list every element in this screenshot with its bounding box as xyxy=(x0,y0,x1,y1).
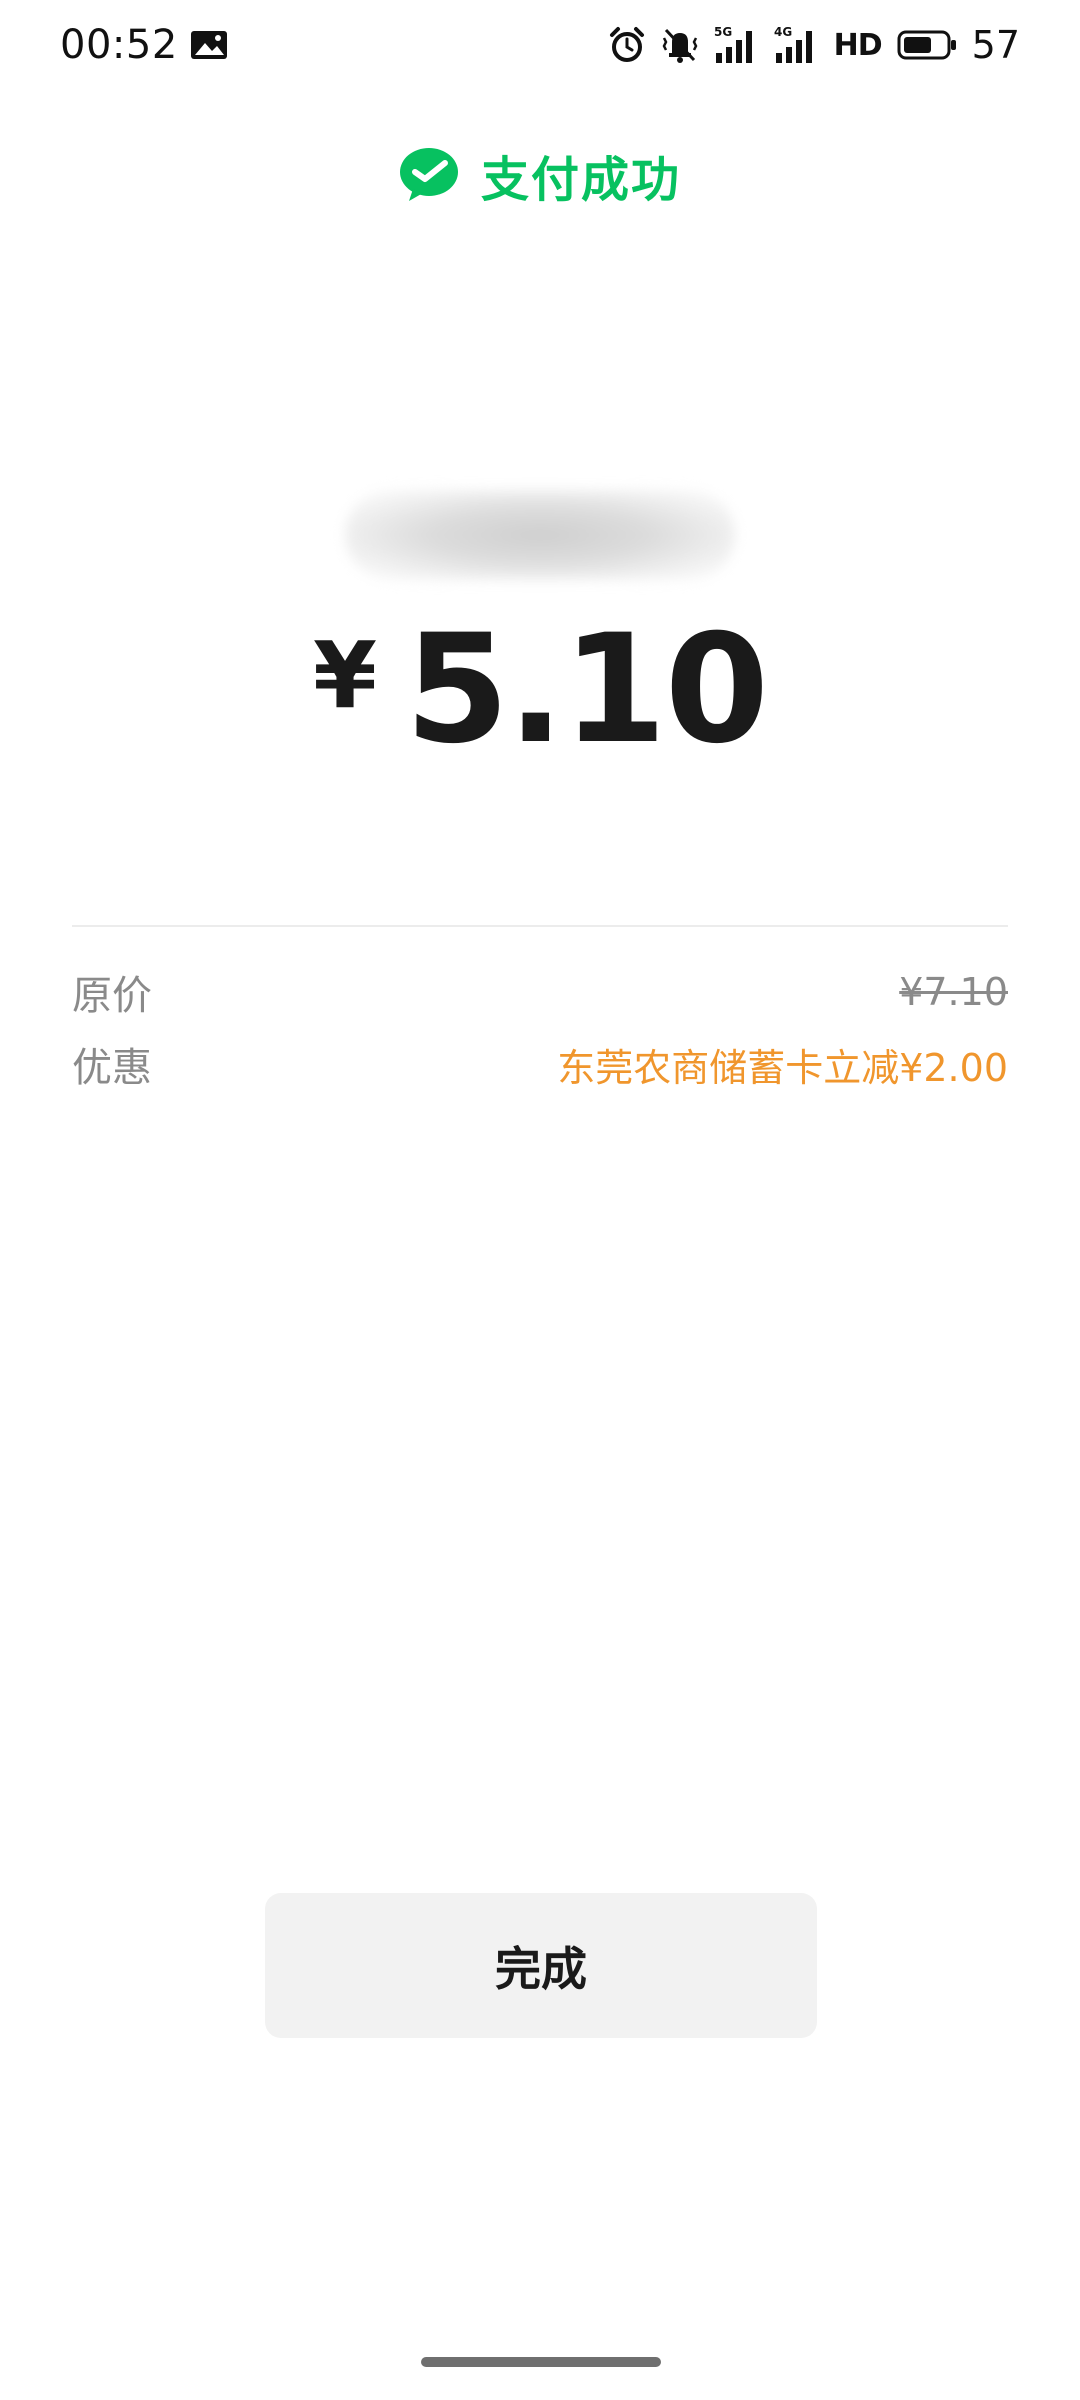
battery-level: 57 xyxy=(971,23,1020,67)
original-price-row: 原价 ¥7.10 xyxy=(72,962,1008,1022)
vibrate-icon xyxy=(662,28,698,63)
status-time: 00:52 xyxy=(60,22,178,68)
done-button[interactable]: 完成 xyxy=(265,1893,817,2038)
currency-symbol: ¥ xyxy=(312,621,377,729)
merchant-name-redacted xyxy=(345,490,735,580)
discount-row: 优惠 东莞农商储蓄卡立减¥2.00 xyxy=(72,1034,1008,1094)
battery-icon xyxy=(897,30,956,60)
svg-text:5G: 5G xyxy=(714,25,732,39)
payment-success-title: 支付成功 xyxy=(480,152,681,208)
wechat-pay-icon xyxy=(399,148,458,201)
status-icons: 5G 4G HD 57 xyxy=(608,20,1020,70)
amount-value: 5.10 xyxy=(404,603,769,777)
svg-text:4G: 4G xyxy=(774,25,792,39)
discount-value: 东莞农商储蓄卡立减¥2.00 xyxy=(557,1045,1008,1090)
status-bar: 00:52 5G 4G HD 57 xyxy=(0,0,1080,90)
paid-amount: ¥ 5.10 xyxy=(0,603,1080,777)
gallery-icon xyxy=(191,31,227,59)
home-indicator[interactable] xyxy=(421,2357,661,2367)
signal-4g-icon: 4G xyxy=(774,25,812,63)
payment-success-header: 支付成功 xyxy=(0,140,1080,210)
discount-label: 优惠 xyxy=(72,1045,152,1091)
divider xyxy=(72,925,1008,927)
original-price-value: ¥7.10 xyxy=(899,970,1008,1014)
signal-5g-icon: 5G xyxy=(714,25,752,63)
hd-indicator: HD xyxy=(833,27,883,63)
alarm-icon xyxy=(609,27,644,62)
original-price-label: 原价 xyxy=(72,973,152,1019)
